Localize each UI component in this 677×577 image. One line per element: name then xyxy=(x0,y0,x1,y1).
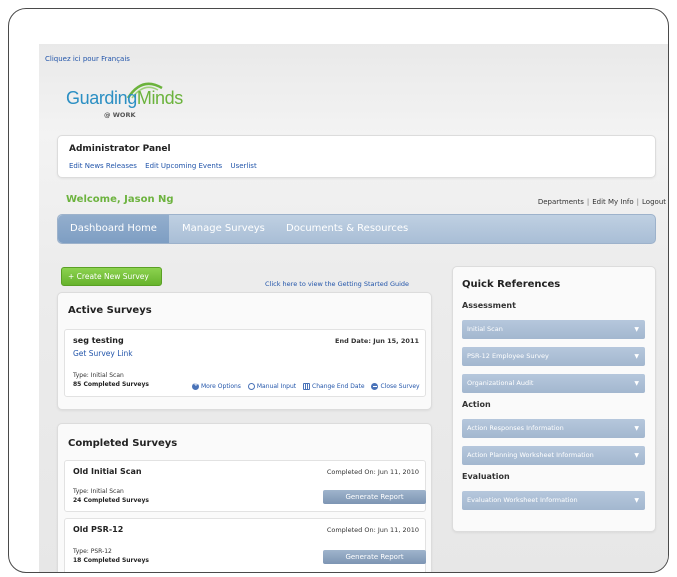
separator: | xyxy=(636,198,640,206)
minus-circle-icon xyxy=(371,383,379,390)
main-nav: Dashboard Home Manage Surveys Documents … xyxy=(57,214,656,244)
administrator-panel: Administrator Panel Edit News Releases E… xyxy=(57,135,656,178)
survey-completed-date: Completed On: Jun 11, 2010 xyxy=(326,468,419,476)
survey-completed-count: 24 Completed Surveys xyxy=(73,497,149,504)
section-heading-assessment: Assessment xyxy=(462,301,516,310)
page: Cliquez ici pour Français GuardingMinds … xyxy=(39,44,668,572)
create-new-survey-button[interactable]: + Create New Survey xyxy=(61,267,162,286)
admin-panel-title: Administrator Panel xyxy=(69,144,171,154)
quick-references-panel: Quick References Assessment Initial Scan… xyxy=(452,266,656,532)
plus-circle-icon xyxy=(192,380,199,390)
section-heading-evaluation: Evaluation xyxy=(462,472,510,481)
quick-ref-initial-scan[interactable]: Initial Scan ▼ xyxy=(462,320,645,339)
tab-documents-resources[interactable]: Documents & Resources xyxy=(274,215,420,243)
edit-news-releases-link[interactable]: Edit News Releases xyxy=(69,162,137,170)
quick-ref-action-planning-worksheet[interactable]: Action Planning Worksheet Information ▼ xyxy=(462,446,645,465)
tab-manage-surveys[interactable]: Manage Surveys xyxy=(170,215,277,243)
completed-survey-item: Old Initial Scan Completed On: Jun 11, 2… xyxy=(64,460,426,512)
quick-ref-evaluation-worksheet[interactable]: Evaluation Worksheet Information ▼ xyxy=(462,491,645,510)
chevron-down-icon: ▼ xyxy=(634,326,639,333)
guarding-minds-logo[interactable]: GuardingMinds @ WORK xyxy=(66,78,196,122)
survey-name: seg testing xyxy=(73,336,124,345)
active-survey-item: seg testing End Date: Jun 15, 2011 Get S… xyxy=(64,329,426,397)
chevron-down-icon: ▼ xyxy=(634,497,639,504)
logout-link[interactable]: Logout xyxy=(642,198,666,206)
generate-report-button[interactable]: Generate Report xyxy=(323,490,426,504)
survey-name: Old PSR-12 xyxy=(73,525,124,534)
manual-input-action[interactable]: Manual Input xyxy=(247,383,296,390)
survey-completed-count: 18 Completed Surveys xyxy=(73,557,149,564)
welcome-message: Welcome, Jason Ng xyxy=(66,194,174,205)
get-survey-link[interactable]: Get Survey Link xyxy=(73,349,133,358)
close-survey-action[interactable]: Close Survey xyxy=(371,383,420,390)
logo-subtitle: @ WORK xyxy=(104,111,136,119)
calendar-icon xyxy=(303,383,311,390)
chevron-down-icon: ▼ xyxy=(634,452,639,459)
survey-type: Type: Initial Scan xyxy=(73,372,124,379)
quick-ref-psr12-employee-survey[interactable]: PSR-12 Employee Survey ▼ xyxy=(462,347,645,366)
tab-dashboard-home[interactable]: Dashboard Home xyxy=(58,215,169,243)
quick-ref-organizational-audit[interactable]: Organizational Audit ▼ xyxy=(462,374,645,393)
radio-circle-icon xyxy=(247,383,255,390)
chevron-down-icon: ▼ xyxy=(634,425,639,432)
survey-type: Type: PSR-12 xyxy=(73,548,112,555)
change-end-date-action[interactable]: Change End Date xyxy=(303,383,365,390)
userlist-link[interactable]: Userlist xyxy=(230,162,256,170)
section-heading-action: Action xyxy=(462,400,491,409)
survey-completed-count: 85 Completed Surveys xyxy=(73,381,149,388)
quick-ref-action-responses[interactable]: Action Responses Information ▼ xyxy=(462,419,645,438)
french-language-link[interactable]: Cliquez ici pour Français xyxy=(45,55,130,63)
admin-links: Edit News Releases Edit Upcoming Events … xyxy=(69,162,263,170)
separator: | xyxy=(586,198,590,206)
survey-completed-date: Completed On: Jun 11, 2010 xyxy=(326,526,419,534)
departments-link[interactable]: Departments xyxy=(538,198,584,206)
quick-references-title: Quick References xyxy=(462,279,561,290)
active-surveys-card: Active Surveys seg testing End Date: Jun… xyxy=(57,292,432,410)
chevron-down-icon: ▼ xyxy=(634,380,639,387)
completed-surveys-title: Completed Surveys xyxy=(68,438,178,449)
user-links: Departments | Edit My Info | Logout xyxy=(538,198,666,206)
window-frame: Cliquez ici pour Français GuardingMinds … xyxy=(8,8,669,573)
survey-end-date: End Date: Jun 15, 2011 xyxy=(335,337,419,345)
survey-type: Type: Initial Scan xyxy=(73,488,124,495)
completed-survey-item: Old PSR-12 Completed On: Jun 11, 2010 Ty… xyxy=(64,518,426,572)
getting-started-guide-link[interactable]: Click here to view the Getting Started G… xyxy=(265,280,409,288)
active-surveys-title: Active Surveys xyxy=(68,305,152,316)
more-options-action[interactable]: More Options xyxy=(192,380,241,390)
logo-wordmark: GuardingMinds xyxy=(66,88,183,108)
generate-report-button[interactable]: Generate Report xyxy=(323,550,426,564)
survey-name: Old Initial Scan xyxy=(73,467,142,476)
completed-surveys-card: Completed Surveys Old Initial Scan Compl… xyxy=(57,423,432,572)
edit-my-info-link[interactable]: Edit My Info xyxy=(592,198,633,206)
edit-upcoming-events-link[interactable]: Edit Upcoming Events xyxy=(145,162,222,170)
survey-actions: More Options Manual Input Change End Dat… xyxy=(192,380,425,392)
chevron-down-icon: ▼ xyxy=(634,353,639,360)
